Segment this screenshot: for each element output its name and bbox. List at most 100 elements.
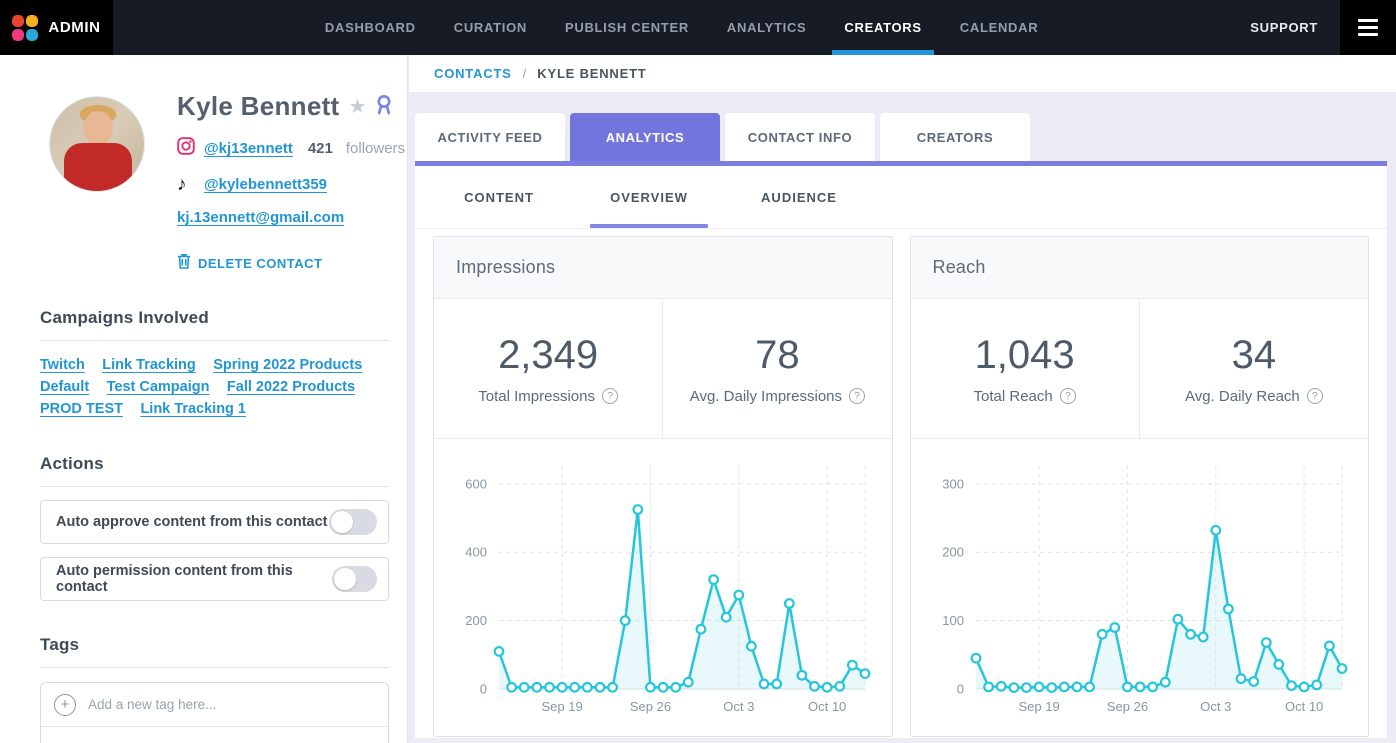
svg-text:Oct 10: Oct 10 bbox=[808, 699, 846, 714]
tags-title: Tags bbox=[40, 635, 389, 668]
analytics-subtabs: CONTENT OVERVIEW AUDIENCE bbox=[415, 166, 1387, 229]
brand[interactable]: ADMIN bbox=[0, 0, 113, 55]
campaigns-title: Campaigns Involved bbox=[40, 308, 389, 341]
contact-email-link[interactable]: kj.13ennett@gmail.com bbox=[177, 209, 344, 226]
svg-text:Oct 3: Oct 3 bbox=[723, 699, 754, 714]
avg-daily-reach-stat: 34 Avg. Daily Reach? bbox=[1140, 299, 1368, 438]
campaign-link[interactable]: Spring 2022 Products bbox=[213, 357, 362, 373]
tab-contact-info[interactable]: CONTACT INFO bbox=[725, 113, 875, 161]
help-icon[interactable]: ? bbox=[1307, 388, 1323, 404]
total-impressions-label: Total Impressions bbox=[478, 388, 595, 405]
actions-section: Actions Auto approve content from this c… bbox=[40, 454, 389, 601]
contact-sidebar: Kyle Bennett ★ @kj13ennett 421 followers… bbox=[0, 55, 408, 743]
svg-text:600: 600 bbox=[465, 476, 487, 491]
star-icon[interactable]: ★ bbox=[349, 97, 367, 117]
nav-item-analytics[interactable]: ANALYTICS bbox=[715, 0, 819, 55]
tab-creators[interactable]: CREATORS bbox=[880, 113, 1030, 161]
tags-section: Tags + Add a new tag here... bbox=[40, 635, 389, 743]
svg-text:Sep 26: Sep 26 bbox=[1106, 699, 1147, 714]
avg-daily-impressions-value: 78 bbox=[755, 333, 800, 378]
svg-text:Sep 26: Sep 26 bbox=[630, 699, 671, 714]
hamburger-menu-icon[interactable] bbox=[1340, 0, 1396, 55]
nav-item-creators[interactable]: CREATORS bbox=[832, 0, 933, 55]
followers-count: 421 bbox=[308, 140, 333, 157]
campaign-link[interactable]: Twitch bbox=[40, 357, 85, 373]
plus-icon: + bbox=[54, 694, 76, 716]
svg-text:0: 0 bbox=[956, 682, 963, 697]
breadcrumb-separator: / bbox=[523, 66, 527, 81]
help-icon[interactable]: ? bbox=[1060, 388, 1076, 404]
main-content: CONTACTS / KYLE BENNETT ACTIVITY FEED AN… bbox=[409, 55, 1396, 743]
avg-daily-reach-value: 34 bbox=[1232, 333, 1277, 378]
campaign-link[interactable]: Link Tracking bbox=[102, 357, 195, 373]
top-nav: ADMIN DASHBOARD CURATION PUBLISH CENTER … bbox=[0, 0, 1396, 55]
help-icon[interactable]: ? bbox=[602, 388, 618, 404]
campaigns-section: Campaigns Involved Twitch Link Tracking … bbox=[40, 308, 389, 420]
tab-analytics[interactable]: ANALYTICS bbox=[570, 113, 720, 161]
brand-label: ADMIN bbox=[48, 19, 100, 36]
total-impressions-stat: 2,349 Total Impressions? bbox=[434, 299, 663, 438]
svg-text:100: 100 bbox=[942, 613, 964, 628]
svg-text:200: 200 bbox=[942, 545, 964, 560]
avg-daily-impressions-label: Avg. Daily Impressions bbox=[690, 388, 842, 405]
followers-label: followers bbox=[346, 140, 405, 157]
svg-text:Oct 3: Oct 3 bbox=[1200, 699, 1231, 714]
impressions-card-header: Impressions bbox=[434, 237, 892, 299]
reach-chart: 0 100 200 300 Sep 19 Sep 26 Oct 3 Oct 10 bbox=[918, 451, 1358, 719]
breadcrumb-contacts-link[interactable]: CONTACTS bbox=[434, 66, 512, 81]
subtab-overview[interactable]: OVERVIEW bbox=[574, 166, 724, 228]
auto-permission-row: Auto permission content from this contac… bbox=[40, 557, 389, 601]
add-tag-placeholder: Add a new tag here... bbox=[88, 697, 216, 712]
svg-text:Oct 10: Oct 10 bbox=[1284, 699, 1322, 714]
auto-approve-row: Auto approve content from this contact bbox=[40, 500, 389, 544]
svg-text:Sep 19: Sep 19 bbox=[1018, 699, 1059, 714]
reach-card-header: Reach bbox=[911, 237, 1369, 299]
tab-activity-feed[interactable]: ACTIVITY FEED bbox=[415, 113, 565, 161]
delete-contact-button[interactable]: DELETE CONTACT bbox=[177, 253, 405, 274]
app-window: ADMIN DASHBOARD CURATION PUBLISH CENTER … bbox=[0, 0, 1396, 743]
avg-daily-reach-label: Avg. Daily Reach bbox=[1185, 388, 1300, 405]
impressions-card: Impressions 2,349 Total Impressions? 78 … bbox=[433, 236, 893, 737]
svg-text:400: 400 bbox=[465, 545, 487, 560]
tiktok-icon: ♪ bbox=[177, 175, 195, 194]
support-link[interactable]: SUPPORT bbox=[1250, 0, 1318, 55]
impressions-chart: 0200400600Sep 19Sep 26Oct 3Oct 10 bbox=[441, 451, 881, 719]
nav-links: DASHBOARD CURATION PUBLISH CENTER ANALYT… bbox=[113, 0, 1250, 55]
reach-card: Reach 1,043 Total Reach? 34 Avg. Daily R… bbox=[910, 236, 1370, 737]
avg-daily-impressions-stat: 78 Avg. Daily Impressions? bbox=[663, 299, 891, 438]
contact-tabs: ACTIVITY FEED ANALYTICS CONTACT INFO CRE… bbox=[415, 113, 1396, 161]
nav-item-publish-center[interactable]: PUBLISH CENTER bbox=[553, 0, 701, 55]
instagram-handle-link[interactable]: @kj13ennett bbox=[204, 140, 293, 157]
svg-text:200: 200 bbox=[465, 613, 487, 628]
auto-permission-toggle[interactable] bbox=[332, 566, 377, 592]
subtab-content[interactable]: CONTENT bbox=[424, 166, 574, 228]
reach-card-title: Reach bbox=[933, 257, 986, 278]
nav-item-curation[interactable]: CURATION bbox=[442, 0, 539, 55]
campaign-link[interactable]: Fall 2022 Products bbox=[227, 379, 355, 395]
campaign-link[interactable]: Link Tracking 1 bbox=[140, 401, 246, 417]
tiktok-handle-link[interactable]: @kylebennett359 bbox=[204, 176, 327, 193]
auto-permission-label: Auto permission content from this contac… bbox=[56, 563, 332, 595]
subtab-audience[interactable]: AUDIENCE bbox=[724, 166, 874, 228]
total-reach-stat: 1,043 Total Reach? bbox=[911, 299, 1140, 438]
campaign-link[interactable]: Default bbox=[40, 379, 89, 395]
breadcrumb-current: KYLE BENNETT bbox=[537, 66, 646, 81]
add-tag-input[interactable]: + Add a new tag here... bbox=[41, 683, 388, 727]
profile-section: Kyle Bennett ★ @kj13ennett 421 followers… bbox=[40, 91, 389, 274]
auto-approve-toggle[interactable] bbox=[329, 509, 377, 535]
tags-box: + Add a new tag here... bbox=[40, 682, 389, 743]
avatar bbox=[49, 96, 145, 192]
breadcrumb: CONTACTS / KYLE BENNETT bbox=[409, 55, 1396, 93]
impressions-card-title: Impressions bbox=[456, 257, 555, 278]
svg-text:0: 0 bbox=[480, 682, 487, 697]
analytics-panel: CONTENT OVERVIEW AUDIENCE Impressions 2,… bbox=[415, 161, 1387, 738]
instagram-icon bbox=[177, 137, 195, 160]
campaign-link[interactable]: PROD TEST bbox=[40, 401, 123, 417]
svg-text:300: 300 bbox=[942, 476, 964, 491]
campaign-link[interactable]: Test Campaign bbox=[107, 379, 210, 395]
nav-item-calendar[interactable]: CALENDAR bbox=[948, 0, 1051, 55]
app-logo-icon bbox=[12, 15, 38, 41]
help-icon[interactable]: ? bbox=[849, 388, 865, 404]
actions-title: Actions bbox=[40, 454, 389, 487]
nav-item-dashboard[interactable]: DASHBOARD bbox=[313, 0, 428, 55]
